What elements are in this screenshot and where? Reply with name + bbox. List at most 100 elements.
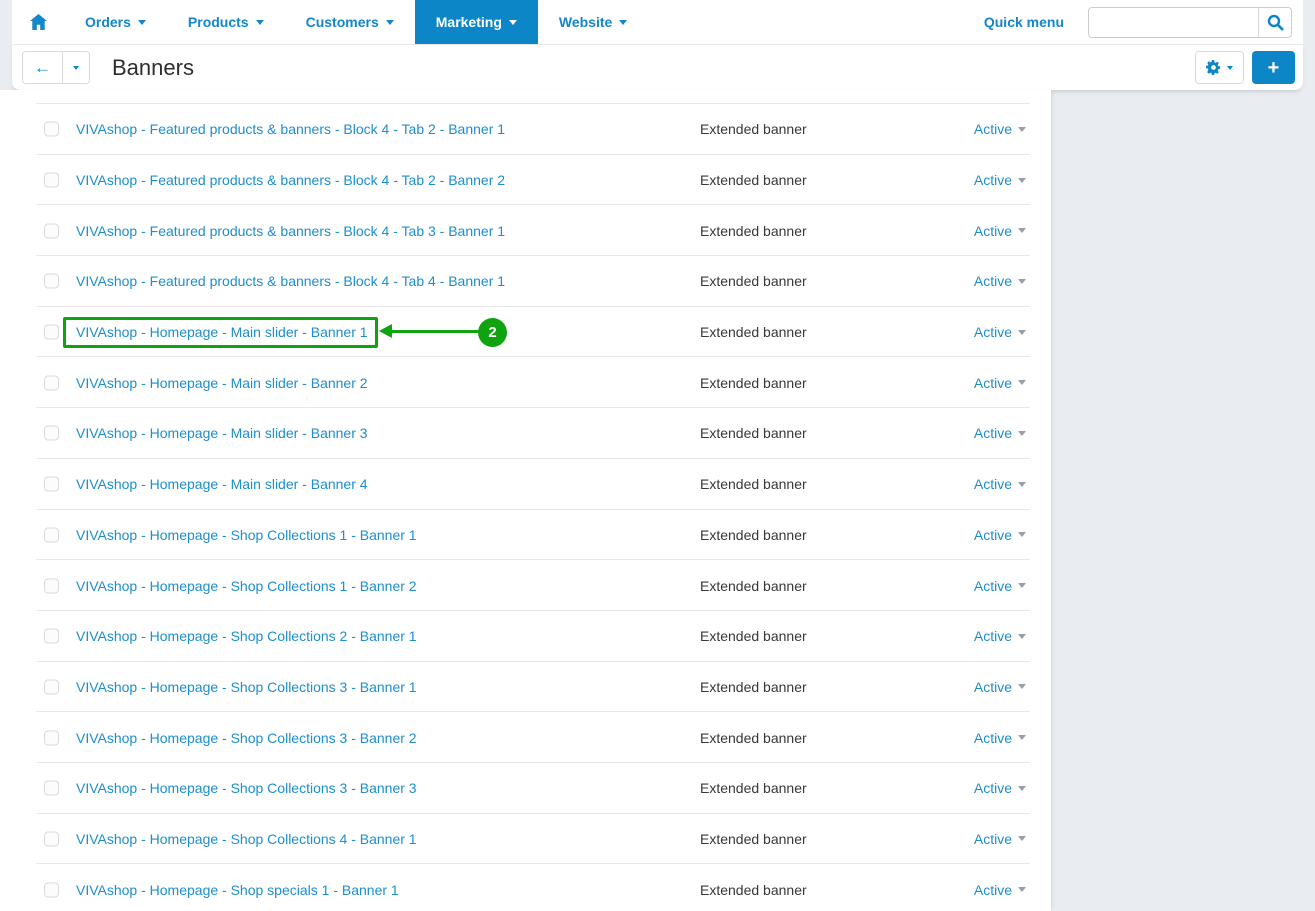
status-label: Active [974, 679, 1012, 695]
row-checkbox[interactable] [44, 527, 59, 542]
banner-name-link[interactable]: VIVAshop - Featured products & banners -… [76, 273, 505, 289]
banner-type: Extended banner [700, 578, 807, 594]
banner-name-link[interactable]: VIVAshop - Homepage - Shop Collections 1… [76, 578, 417, 594]
chevron-down-icon [1018, 279, 1026, 284]
banner-type: Extended banner [700, 425, 807, 441]
status-label: Active [974, 578, 1012, 594]
row-checkbox[interactable] [44, 730, 59, 745]
row-checkbox[interactable] [44, 882, 59, 897]
status-dropdown[interactable]: Active [974, 172, 1026, 188]
back-button[interactable]: ← [23, 52, 62, 83]
row-checkbox[interactable] [44, 325, 59, 340]
banner-type: Extended banner [700, 527, 807, 543]
chevron-down-icon [1018, 532, 1026, 537]
home-button[interactable] [12, 0, 64, 44]
status-label: Active [974, 375, 1012, 391]
chevron-down-icon [1018, 887, 1026, 892]
nav-item-website[interactable]: Website [538, 0, 648, 44]
status-dropdown[interactable]: Active [974, 679, 1026, 695]
status-label: Active [974, 273, 1012, 289]
row-checkbox[interactable] [44, 173, 59, 188]
chevron-down-icon [1018, 228, 1026, 233]
nav-item-label: Customers [306, 14, 379, 30]
banner-name-link[interactable]: VIVAshop - Homepage - Shop Collections 4… [76, 831, 417, 847]
table-row: VIVAshop - Homepage - Shop Collections 1… [0, 510, 1051, 561]
banner-type: Extended banner [700, 375, 807, 391]
row-checkbox[interactable] [44, 831, 59, 846]
status-dropdown[interactable]: Active [974, 527, 1026, 543]
search-input[interactable] [1089, 8, 1258, 37]
banner-name-link[interactable]: VIVAshop - Homepage - Shop Collections 3… [76, 679, 417, 695]
status-label: Active [974, 223, 1012, 239]
row-checkbox[interactable] [44, 578, 59, 593]
table-row: VIVAshop - Homepage - Main slider - Bann… [0, 307, 1051, 358]
chevron-down-icon [1018, 786, 1026, 791]
search-button[interactable] [1258, 8, 1291, 37]
nav-item-marketing[interactable]: Marketing [415, 0, 538, 44]
table-row: VIVAshop - Homepage - Shop Collections 3… [0, 712, 1051, 763]
add-banner-button[interactable]: + [1252, 51, 1295, 84]
top-navbar: OrdersProductsCustomersMarketingWebsite … [12, 0, 1303, 44]
banner-name-link[interactable]: VIVAshop - Homepage - Main slider - Bann… [76, 476, 368, 492]
banner-type: Extended banner [700, 882, 807, 898]
banner-type: Extended banner [700, 476, 807, 492]
banner-name-link[interactable]: VIVAshop - Homepage - Shop Collections 3… [76, 780, 417, 796]
status-dropdown[interactable]: Active [974, 375, 1026, 391]
row-checkbox[interactable] [44, 477, 59, 492]
status-dropdown[interactable]: Active [974, 273, 1026, 289]
status-dropdown[interactable]: Active [974, 324, 1026, 340]
banner-name-link[interactable]: VIVAshop - Homepage - Shop Collections 1… [76, 527, 417, 543]
row-checkbox[interactable] [44, 122, 59, 137]
banner-name-link[interactable]: VIVAshop - Homepage - Shop Collections 2… [76, 628, 417, 644]
gear-icon [1206, 60, 1221, 75]
table-row: VIVAshop - Featured products & banners -… [0, 256, 1051, 307]
nav-item-customers[interactable]: Customers [285, 0, 415, 44]
banner-name-link[interactable]: VIVAshop - Homepage - Main slider - Bann… [76, 324, 368, 340]
nav-items: OrdersProducts Customers MarketingWebsite [64, 0, 648, 44]
chevron-down-icon [1018, 684, 1026, 689]
status-label: Active [974, 730, 1012, 746]
table-row: VIVAshop - Homepage - Shop specials 1 - … [0, 864, 1051, 911]
row-checkbox[interactable] [44, 781, 59, 796]
banner-name-link[interactable]: VIVAshop - Featured products & banners -… [76, 223, 505, 239]
settings-button[interactable] [1195, 51, 1244, 84]
banner-name-link[interactable]: VIVAshop - Homepage - Shop specials 1 - … [76, 882, 399, 898]
search-icon [1267, 14, 1284, 31]
banner-name-link[interactable]: VIVAshop - Homepage - Shop Collections 3… [76, 730, 417, 746]
row-checkbox[interactable] [44, 679, 59, 694]
banner-name-link[interactable]: VIVAshop - Featured products & banners -… [76, 172, 505, 188]
chevron-down-icon [138, 20, 146, 25]
status-dropdown[interactable]: Active [974, 578, 1026, 594]
nav-item-products[interactable]: Products [167, 0, 285, 44]
row-checkbox[interactable] [44, 629, 59, 644]
status-dropdown[interactable]: Active [974, 223, 1026, 239]
page-header: ← Banners + [12, 44, 1303, 90]
row-checkbox[interactable] [44, 375, 59, 390]
chevron-down-icon [509, 20, 517, 25]
banner-name-link[interactable]: VIVAshop - Homepage - Main slider - Bann… [76, 425, 368, 441]
table-row: VIVAshop - Featured products & banners -… [0, 104, 1051, 155]
page-title: Banners [112, 55, 194, 81]
status-dropdown[interactable]: Active [974, 476, 1026, 492]
banner-name-link[interactable]: VIVAshop - Homepage - Main slider - Bann… [76, 375, 368, 391]
status-dropdown[interactable]: Active [974, 730, 1026, 746]
table-row: VIVAshop - Homepage - Main slider - Bann… [0, 408, 1051, 459]
banner-type: Extended banner [700, 172, 807, 188]
status-dropdown[interactable]: Active [974, 425, 1026, 441]
status-dropdown[interactable]: Active [974, 121, 1026, 137]
plus-icon: + [1268, 58, 1280, 78]
row-checkbox[interactable] [44, 223, 59, 238]
table-rows: VIVAshop - Featured products & banners -… [0, 104, 1051, 911]
table-row: VIVAshop - Homepage - Shop Collections 3… [0, 662, 1051, 713]
header-actions: + [1195, 51, 1303, 84]
row-checkbox[interactable] [44, 274, 59, 289]
quick-menu-link[interactable]: Quick menu [984, 14, 1064, 30]
nav-item-orders[interactable]: Orders [64, 0, 167, 44]
row-checkbox[interactable] [44, 426, 59, 441]
status-dropdown[interactable]: Active [974, 780, 1026, 796]
status-dropdown[interactable]: Active [974, 831, 1026, 847]
back-dropdown-button[interactable] [62, 52, 89, 83]
status-dropdown[interactable]: Active [974, 882, 1026, 898]
status-dropdown[interactable]: Active [974, 628, 1026, 644]
banner-name-link[interactable]: VIVAshop - Featured products & banners -… [76, 121, 505, 137]
